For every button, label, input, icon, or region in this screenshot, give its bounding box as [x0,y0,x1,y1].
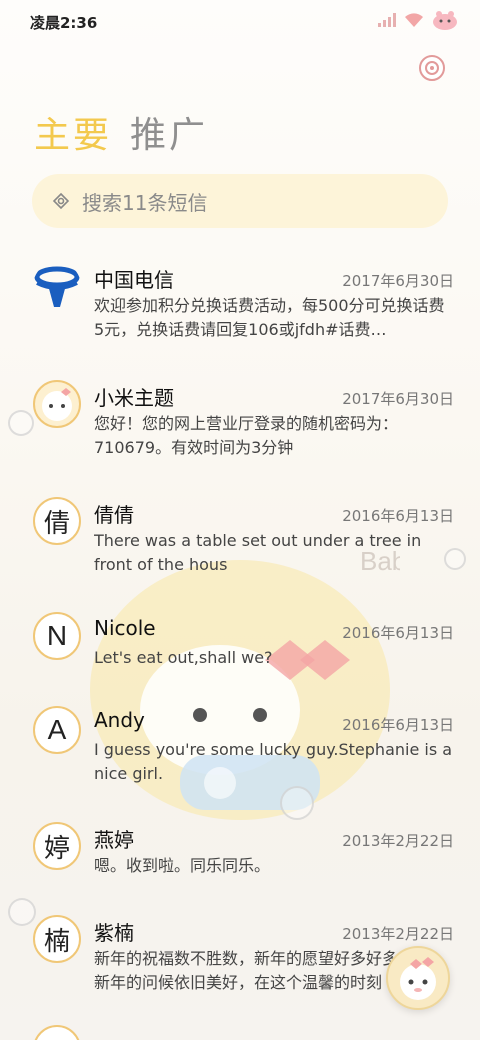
avatar [33,1025,81,1040]
thread-preview: 嗯。收到啦。同乐同乐。 [94,856,271,875]
thread-preview: There was a table set out under a tree i… [94,531,422,574]
thread-item[interactable]: N Nicole 2016年6月13日 Let's eat out,shall … [0,612,480,692]
avatar: 倩 [33,497,81,545]
thread-name: Nicole [94,616,156,640]
thread-preview: 您好！您的网上营业厅登录的随机密码为：710679。有效时间为3分钟 [94,414,399,457]
avatar: 婷 [33,822,81,870]
status-icons [378,10,458,30]
tab-primary[interactable]: 主要 [34,106,112,158]
thread-date: 2013年2月22日 [342,832,454,850]
avatar [33,380,81,428]
tab-promotions[interactable]: 推广 [130,106,208,158]
thread-name: 紫楠 [94,921,134,945]
tab-bar: 主要 推广 [34,106,208,158]
thread-item[interactable]: A Andy 2016年6月13日 I guess you're some lu… [0,706,480,806]
thread-item[interactable]: 倩 倩倩 2016年6月13日 There was a table set ou… [0,495,480,595]
compose-button[interactable] [386,946,450,1010]
battery-icon [433,11,457,30]
thread-name: 倩倩 [94,503,134,527]
search-placeholder: 搜索11条短信 [82,190,208,215]
thread-name: 中国电信 [94,268,174,292]
compose-icon [400,957,436,1000]
signal-icon [378,13,396,27]
wifi-icon [405,13,423,27]
china-telecom-logo-icon [34,266,80,307]
status-bar: 凌晨2:36 [0,0,480,42]
thread-date: 2017年6月30日 [342,390,454,408]
thread-name: Andy [94,708,145,732]
thread-item-partial[interactable] [0,1025,480,1040]
thread-date: 2016年6月13日 [342,716,454,734]
thread-preview: 新年的祝福数不胜数，新年的愿望好多好多，新年的问候依旧美好，在这个温馨的时刻 [94,949,415,992]
status-time: 凌晨2:36 [30,14,98,32]
cartoon-avatar-icon [42,388,72,421]
thread-preview: Let's eat out,shall we? [94,648,273,667]
thread-preview: 欢迎参加积分兑换话费活动，每500分可兑换话费5元，兑换话费请回复106或jfd… [94,296,445,339]
thread-date: 2013年2月22日 [342,925,454,943]
thread-date: 2016年6月13日 [342,507,454,525]
search-icon [52,192,70,210]
thread-date: 2016年6月13日 [342,624,454,642]
settings-icon[interactable] [418,54,446,82]
avatar: A [33,706,81,754]
avatar: 楠 [33,915,81,963]
thread-preview: I guess you're some lucky guy.Stephanie … [94,740,453,783]
thread-date: 2017年6月30日 [342,272,454,290]
thread-item[interactable]: 中国电信 2017年6月30日 欢迎参加积分兑换话费活动，每500分可兑换话费5… [0,260,480,360]
thread-item[interactable]: 小米主题 2017年6月30日 您好！您的网上营业厅登录的随机密码为：71067… [0,378,480,478]
search-bar[interactable]: 搜索11条短信 [32,174,448,228]
thread-name: 小米主题 [94,386,174,410]
avatar [33,262,81,310]
thread-item[interactable]: 婷 燕婷 2013年2月22日 嗯。收到啦。同乐同乐。 [0,822,480,902]
thread-name: 燕婷 [94,828,134,852]
avatar: N [33,612,81,660]
